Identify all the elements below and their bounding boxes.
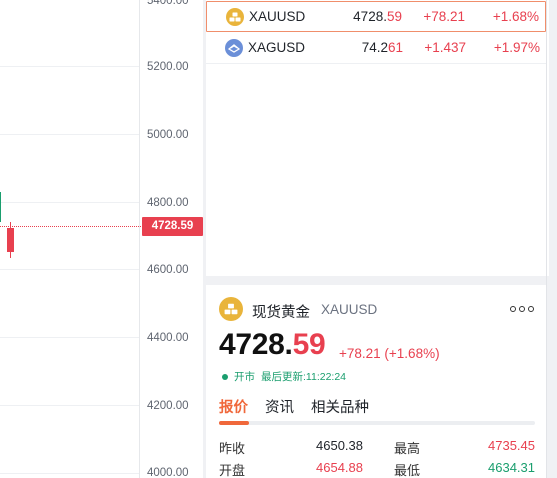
panel-edge (546, 0, 547, 478)
chart-plot-area[interactable] (0, 0, 139, 478)
low-label: 最低 (394, 463, 421, 478)
watchlist-price: 74.261 (361, 40, 403, 55)
watchlist-row-xagusd[interactable]: XAGUSD 74.261 +1.437 +1.97% (206, 32, 546, 63)
watchlist: XAUUSD 4728.59 +78.21 +1.68% XAGUSD 74.2… (206, 0, 549, 276)
instrument-name: 现货黄金 (252, 305, 310, 321)
candle-wick (0, 192, 1, 222)
grid-line (0, 66, 139, 67)
prev-close-label: 昨收 (219, 441, 246, 456)
high-value: 4735.45 (488, 438, 535, 453)
watchlist-change: +1.437 (424, 40, 466, 55)
open-value: 4654.88 (316, 460, 363, 475)
grid-line (0, 269, 139, 270)
tab-related[interactable]: 相关品种 (311, 396, 369, 417)
watchlist-divider (206, 63, 546, 64)
detail-tabs: 报价 资讯 相关品种 (219, 396, 537, 426)
y-axis-tick: 4200.00 (147, 400, 189, 412)
last-update-label: 最后更新: (261, 371, 306, 383)
tab-quote[interactable]: 报价 (219, 396, 248, 417)
current-price-line (0, 226, 141, 227)
watchlist-price: 4728.59 (353, 9, 402, 24)
tab-news[interactable]: 资讯 (265, 396, 294, 417)
active-tab-indicator (219, 421, 249, 425)
price-change: +78.21 (+1.68%) (339, 346, 440, 361)
tab-underline-track (219, 421, 535, 425)
y-axis-tick: 5400.00 (147, 0, 189, 7)
prev-close-value: 4650.38 (316, 438, 363, 453)
gold-bars-icon (219, 297, 243, 321)
current-price: 4728.59 (219, 328, 326, 361)
y-axis-tick: 5200.00 (147, 61, 189, 73)
watchlist-change-pct: +1.68% (492, 9, 539, 24)
watchlist-change-pct: +1.97% (493, 40, 540, 55)
last-update-time: 11:22:24 (305, 370, 347, 383)
symbol-detail-card: 现货黄金 XAUUSD 4728.59 +78.21 (+1.68%) 开市 最… (206, 285, 546, 478)
grid-line (0, 202, 139, 203)
high-label: 最高 (394, 441, 421, 456)
y-axis-tick: 4600.00 (147, 264, 189, 276)
current-price-tag: 4728.59 (142, 217, 203, 236)
watchlist-symbol: XAGUSD (248, 40, 306, 55)
more-options-icon[interactable] (510, 301, 534, 317)
y-axis-divider (139, 0, 140, 478)
y-axis-tick: 4800.00 (147, 197, 189, 209)
y-axis-tick: 5000.00 (147, 129, 189, 141)
market-status: 开市 最后更新: 11:22:24 (222, 369, 346, 384)
watchlist-change: +78.21 (423, 9, 465, 24)
y-axis-tick: 4400.00 (147, 332, 189, 344)
open-label: 开盘 (219, 463, 246, 478)
y-axis-tick: 4000.00 (147, 467, 189, 478)
right-panel: XAUUSD 4728.59 +78.21 +1.68% XAGUSD 74.2… (203, 0, 557, 478)
gold-bars-icon (226, 7, 244, 26)
watchlist-symbol: XAUUSD (249, 9, 306, 24)
grid-line (0, 337, 139, 338)
status-dot-icon (222, 373, 228, 380)
silver-bars-icon (225, 38, 243, 57)
price-chart[interactable]: 5400.00 5200.00 5000.00 4800.00 4600.00 … (0, 0, 203, 478)
candle-body (7, 228, 14, 252)
grid-line (0, 473, 139, 474)
grid-line (0, 134, 139, 135)
grid-line (0, 405, 139, 406)
watchlist-row-xauusd[interactable]: XAUUSD 4728.59 +78.21 +1.68% (206, 1, 546, 32)
low-value: 4634.31 (488, 460, 535, 475)
market-status-text: 开市 (234, 371, 255, 383)
instrument-symbol: XAUUSD (321, 302, 378, 317)
